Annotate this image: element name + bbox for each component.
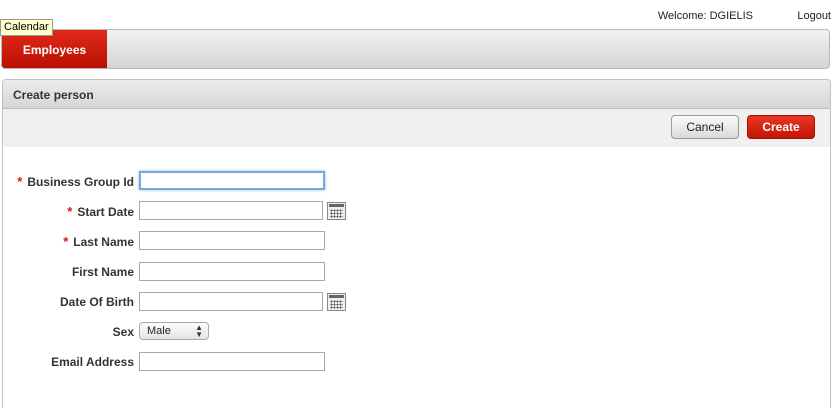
welcome-text: Welcome: DGIELIS [657, 10, 753, 22]
start-date-input[interactable] [139, 201, 323, 220]
required-marker: * [17, 174, 23, 189]
calendar-tooltip: Calendar [0, 19, 53, 36]
required-marker: * [67, 204, 73, 219]
form-row-last-name: * Last Name [3, 229, 830, 253]
button-bar: Cancel Create [3, 109, 830, 147]
required-marker: * [63, 234, 69, 249]
form-row-email-address: Email Address [3, 350, 830, 374]
email-address-input[interactable] [139, 352, 325, 371]
date-of-birth-label: Date Of Birth [59, 295, 134, 309]
start-date-label-text: Start Date [77, 205, 134, 219]
calendar-icon[interactable] [327, 293, 346, 311]
region-header: Create person [3, 80, 830, 109]
updown-arrows-icon: ▲ ▼ [195, 323, 203, 339]
top-bar: Calendar Welcome: DGIELIS Logout [0, 0, 833, 36]
region-title: Create person [13, 88, 94, 102]
calendar-icon[interactable] [327, 202, 346, 220]
sex-select[interactable]: Male ▲ ▼ [139, 322, 209, 340]
last-name-input[interactable] [139, 231, 325, 250]
last-name-label-text: Last Name [73, 235, 134, 249]
business-group-id-input[interactable] [139, 171, 325, 190]
first-name-label: First Name [71, 265, 134, 279]
date-of-birth-input[interactable] [139, 292, 323, 311]
form-row-sex: Sex Male ▲ ▼ [3, 320, 830, 344]
email-address-label: Email Address [51, 355, 134, 369]
cancel-button[interactable]: Cancel [671, 115, 739, 139]
sex-label: Sex [112, 325, 134, 339]
start-date-label: * Start Date [67, 204, 134, 219]
form-row-first-name: First Name [3, 260, 830, 284]
form-row-business-group-id: * Business Group Id [3, 169, 830, 193]
business-group-id-label: * Business Group Id [17, 174, 134, 189]
form-row-start-date: * Start Date [3, 199, 830, 223]
form-row-date-of-birth: Date Of Birth [3, 290, 830, 314]
logout-link[interactable]: Logout [797, 10, 831, 22]
business-group-id-label-text: Business Group Id [27, 175, 134, 189]
first-name-input[interactable] [139, 262, 325, 281]
create-person-region: Create person Cancel Create * Business Gr… [2, 79, 831, 408]
create-button[interactable]: Create [747, 115, 815, 139]
sex-select-value: Male [147, 325, 171, 337]
last-name-label: * Last Name [63, 234, 134, 249]
tab-bar: Employees [1, 29, 830, 69]
